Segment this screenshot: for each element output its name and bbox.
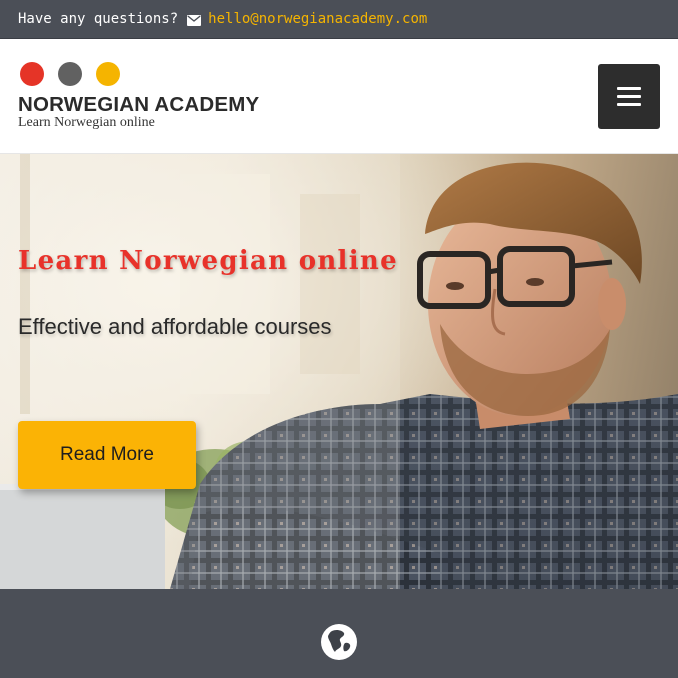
- logo-dot-gray: [58, 62, 82, 86]
- envelope-icon: [187, 14, 202, 26]
- menu-toggle-button[interactable]: [598, 64, 660, 129]
- site-logo[interactable]: NORWEGIAN ACADEMY Learn Norwegian online: [18, 62, 308, 134]
- hero-background-photo: [0, 154, 678, 589]
- hamburger-menu-icon: [617, 95, 641, 98]
- contact-question: Have any questions?: [18, 11, 179, 27]
- logo-dot-yellow: [96, 62, 120, 86]
- hero-title: Learn Norwegian online: [18, 246, 398, 276]
- hamburger-menu-icon: [617, 87, 641, 90]
- hero-banner: Learn Norwegian online Effective and aff…: [0, 154, 678, 589]
- brand-name: NORWEGIAN ACADEMY: [18, 93, 260, 116]
- top-contact-bar: Have any questions? hello@norwegianacade…: [0, 0, 678, 39]
- globe-icon: [321, 624, 357, 660]
- features-band: [0, 589, 678, 678]
- site-header: NORWEGIAN ACADEMY Learn Norwegian online: [0, 40, 678, 154]
- logo-dot-red: [20, 62, 44, 86]
- brand-tagline: Learn Norwegian online: [18, 115, 155, 130]
- contact-email-link[interactable]: hello@norwegianacademy.com: [208, 11, 427, 27]
- read-more-button[interactable]: Read More: [18, 421, 196, 489]
- hamburger-menu-icon: [617, 103, 641, 106]
- hero-subtitle: Effective and affordable courses: [18, 314, 332, 339]
